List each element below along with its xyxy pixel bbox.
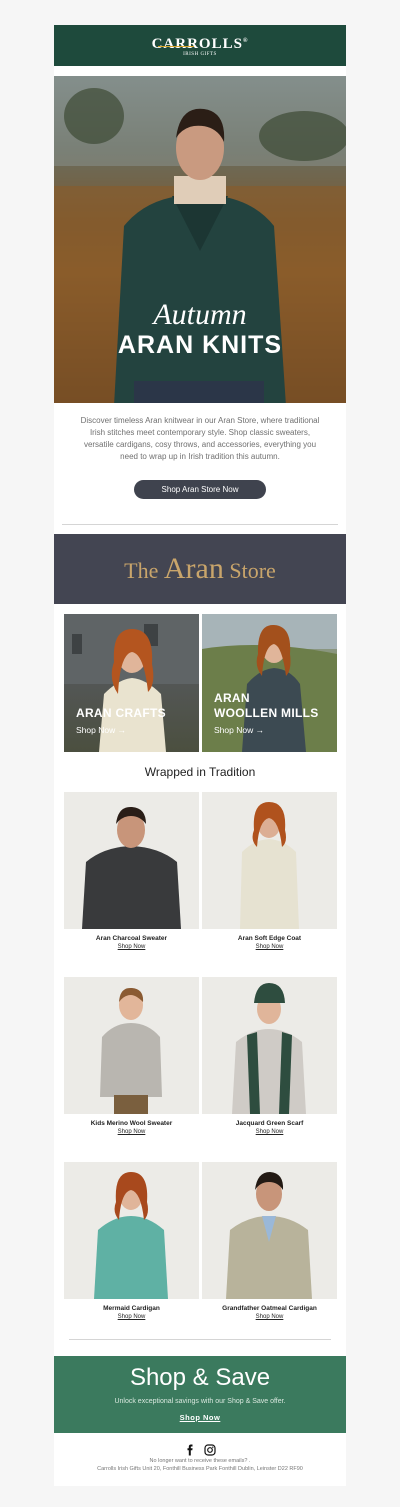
- product-shop-now-link[interactable]: Shop Now: [202, 1314, 337, 1320]
- promo-shop-now-link[interactable]: Shop Now: [54, 1413, 346, 1422]
- product-card[interactable]: Grandfather Oatmeal Cardigan Shop Now: [202, 1162, 337, 1320]
- product-image[interactable]: [64, 977, 199, 1114]
- footer-address: Carrolls Irish Gifts Unit 20, Fonthill B…: [97, 1466, 303, 1472]
- header-bar: CARROLLS® IRISH GIFTS: [54, 25, 346, 66]
- product-shop-now-link[interactable]: Shop Now: [202, 1129, 337, 1135]
- shop-aran-store-button[interactable]: Shop Aran Store Now: [134, 480, 266, 499]
- product-card[interactable]: Mermaid Cardigan Shop Now: [64, 1162, 199, 1320]
- unsubscribe-text[interactable]: No longer want to receive these emails? …: [54, 1458, 346, 1464]
- promo-title: Shop & Save: [129, 1364, 271, 1391]
- product-shop-now-link[interactable]: Shop Now: [64, 1314, 199, 1320]
- hero-banner[interactable]: Autumn ARAN KNITS: [54, 76, 346, 403]
- product-shop-now-link[interactable]: Shop Now: [64, 944, 199, 950]
- section-heading: Wrapped in Tradition: [144, 765, 256, 779]
- tile-shop-now-link[interactable]: Shop Now →: [214, 725, 264, 735]
- product-name: Grandfather Oatmeal Cardigan: [222, 1305, 317, 1312]
- product-name: Jacquard Green Scarf: [235, 1120, 304, 1127]
- product-card[interactable]: Jacquard Green Scarf Shop Now: [202, 977, 337, 1135]
- product-card[interactable]: Kids Merino Wool Sweater Shop Now: [64, 977, 199, 1135]
- product-shop-now-link[interactable]: Shop Now: [202, 944, 337, 950]
- product-image[interactable]: [202, 1162, 337, 1299]
- carrolls-logo[interactable]: CARROLLS® IRISH GIFTS: [54, 34, 346, 59]
- product-name: Aran Soft Edge Coat: [237, 935, 302, 942]
- shop-and-save-banner[interactable]: Shop & Save Unlock exceptional savings w…: [54, 1356, 346, 1433]
- facebook-icon[interactable]: [184, 1443, 196, 1456]
- product-image[interactable]: [64, 1162, 199, 1299]
- product-shop-now-link[interactable]: Shop Now: [64, 1129, 199, 1135]
- tile-shop-now-link[interactable]: Shop Now →: [76, 725, 126, 735]
- divider: [62, 524, 338, 525]
- divider: [69, 1339, 331, 1340]
- category-tile-aran-woollen-mills[interactable]: ARAN WOOLLEN MILLS Shop Now →: [202, 614, 337, 752]
- promo-text: Unlock exceptional savings with our Shop…: [114, 1398, 286, 1405]
- email-container: CARROLLS® IRISH GIFTS Autumn ARAN KNITS …: [54, 25, 346, 1486]
- hero-title: ARAN KNITS: [117, 331, 283, 359]
- product-name: Kids Merino Wool Sweater: [90, 1120, 173, 1127]
- instagram-icon[interactable]: [204, 1443, 216, 1456]
- category-tile-aran-crafts[interactable]: ARAN CRAFTS Shop Now →: [64, 614, 199, 752]
- tile-title: ARAN CRAFTS: [76, 706, 166, 720]
- hero-script-text: Autumn: [153, 298, 247, 331]
- product-image[interactable]: [202, 977, 337, 1114]
- aran-store-banner[interactable]: The Aran Store: [54, 534, 346, 604]
- aran-store-title: The Aran Store: [124, 552, 276, 585]
- logo-swoosh: [158, 46, 194, 47]
- product-card[interactable]: Aran Soft Edge Coat Shop Now: [202, 792, 337, 950]
- intro-paragraph: Discover timeless Aran knitwear in our A…: [80, 416, 320, 461]
- product-name: Mermaid Cardigan: [103, 1305, 160, 1312]
- tile-title: ARAN WOOLLEN MILLS: [214, 691, 319, 720]
- product-image[interactable]: [202, 792, 337, 929]
- product-name: Aran Charcoal Sweater: [95, 935, 168, 942]
- product-card[interactable]: Aran Charcoal Sweater Shop Now: [64, 792, 199, 950]
- product-image[interactable]: [64, 792, 199, 929]
